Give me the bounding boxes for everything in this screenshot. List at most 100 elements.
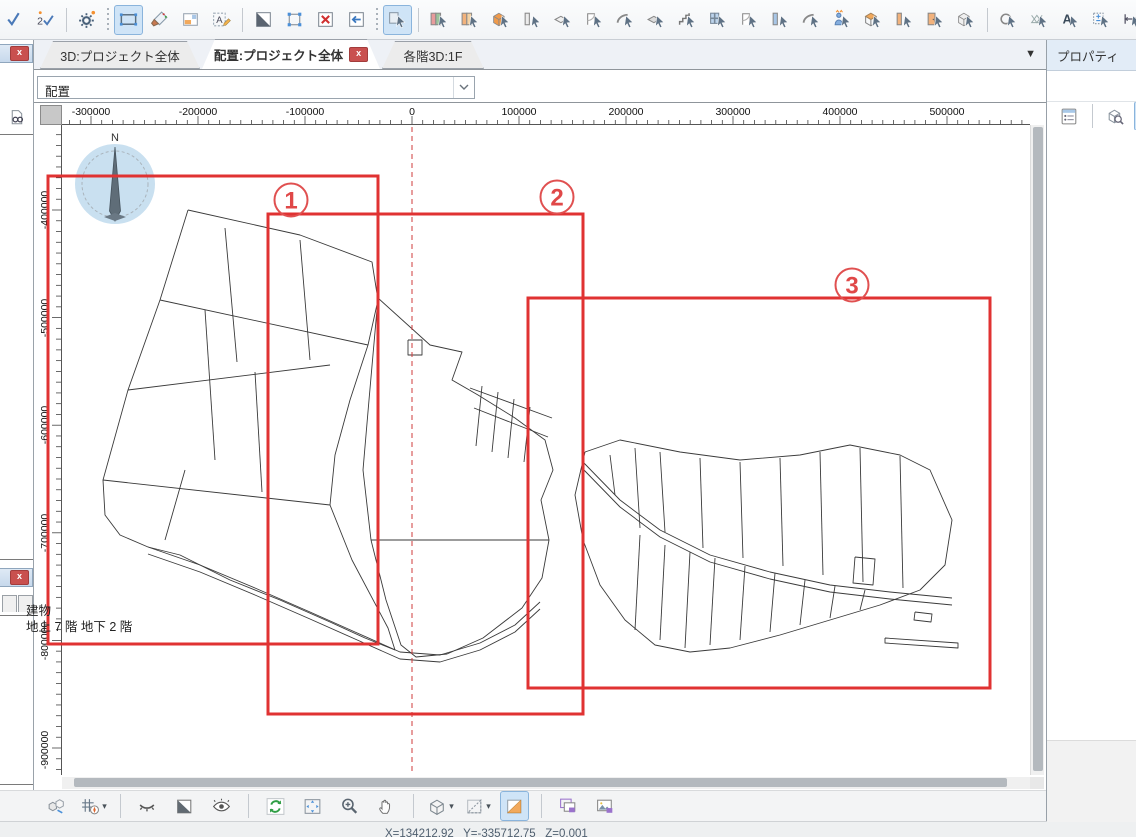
select-stair-icon[interactable] bbox=[673, 5, 702, 35]
object-inspect-icon[interactable] bbox=[1101, 102, 1130, 130]
properties-panel-footer bbox=[1047, 740, 1136, 822]
ruler-corner-box bbox=[40, 105, 62, 125]
paint-tool[interactable] bbox=[145, 5, 174, 35]
grid-north-button[interactable]: ▾ bbox=[79, 791, 108, 821]
save-image-button[interactable] bbox=[591, 791, 620, 821]
select-arc-wall-icon[interactable] bbox=[611, 5, 640, 35]
area-boundary-tool[interactable] bbox=[114, 5, 143, 35]
properties-panel: プロパティ bbox=[1046, 40, 1136, 821]
svg-text:-200000: -200000 bbox=[179, 106, 218, 118]
clip-outline-button[interactable]: ▾ bbox=[463, 791, 492, 821]
select-solid-icon[interactable] bbox=[952, 5, 981, 35]
chevron-down-icon[interactable] bbox=[453, 77, 474, 98]
select-mesh-icon[interactable] bbox=[1025, 5, 1054, 35]
left-panel2-tab[interactable] bbox=[2, 595, 17, 612]
select-floor-icon[interactable] bbox=[456, 5, 485, 35]
svg-text:300000: 300000 bbox=[715, 106, 750, 118]
tab-layout-project[interactable]: 配置:プロジェクト全体 x bbox=[202, 39, 380, 69]
svg-text:-600000: -600000 bbox=[40, 406, 51, 445]
svg-text:400000: 400000 bbox=[822, 106, 857, 118]
select-person-icon[interactable] bbox=[828, 5, 857, 35]
toolbar-separator bbox=[248, 794, 249, 818]
view-selector-combobox[interactable]: 配置 bbox=[37, 76, 475, 99]
view-3d-button[interactable]: ▾ bbox=[426, 791, 455, 821]
tab-label: 3D:プロジェクト全体 bbox=[60, 46, 179, 65]
show-button[interactable] bbox=[207, 791, 236, 821]
building-note: 建物 地上 7 階 地下 2 階 bbox=[26, 603, 132, 635]
top-toolbar: 2 A A bbox=[0, 0, 1136, 40]
redraw-button[interactable] bbox=[261, 791, 290, 821]
svg-text:200000: 200000 bbox=[608, 106, 643, 118]
left-panel1-search-icon[interactable] bbox=[0, 103, 33, 129]
clip-fill-button[interactable] bbox=[500, 791, 529, 821]
select-ramp-icon[interactable] bbox=[642, 5, 671, 35]
display-invert-button[interactable] bbox=[170, 791, 199, 821]
select-element-tool[interactable] bbox=[383, 5, 412, 35]
toolbar-separator bbox=[413, 794, 414, 818]
drawing-area[interactable] bbox=[62, 125, 1030, 775]
select-opening-icon[interactable] bbox=[735, 5, 764, 35]
horizontal-scrollbar-thumb[interactable] bbox=[74, 778, 1007, 787]
left-panel1-listbox[interactable] bbox=[0, 134, 34, 560]
svg-text:0: 0 bbox=[409, 106, 415, 118]
select-handles-tool[interactable] bbox=[280, 5, 309, 35]
select-point-icon[interactable] bbox=[1087, 5, 1116, 35]
building-note-line2: 地上 7 階 地下 2 階 bbox=[26, 619, 132, 635]
horizontal-scrollbar[interactable] bbox=[62, 777, 1030, 789]
apply-check-icon[interactable] bbox=[0, 5, 29, 35]
select-orange-door-icon[interactable] bbox=[921, 5, 950, 35]
toolbar-separator bbox=[1092, 104, 1093, 128]
tab-floor3d-1f[interactable]: 各階3D:1F bbox=[382, 41, 484, 69]
select-door-icon[interactable] bbox=[580, 5, 609, 35]
material-palette-tool[interactable] bbox=[176, 5, 205, 35]
left-panel2-close-button[interactable]: x bbox=[10, 570, 29, 585]
toolbar-separator bbox=[120, 794, 121, 818]
svg-text:100000: 100000 bbox=[501, 106, 536, 118]
tab-close-button[interactable]: x bbox=[349, 47, 368, 62]
ruler-vertical: -400000-500000-600000-700000-800000-9000… bbox=[40, 125, 62, 775]
fit-view-button[interactable] bbox=[298, 791, 327, 821]
select-grid-icon[interactable] bbox=[704, 5, 733, 35]
tab-overflow-button[interactable]: ▼ bbox=[1025, 48, 1036, 60]
settings-gear-icon[interactable] bbox=[73, 5, 102, 35]
svg-text:A: A bbox=[216, 15, 223, 26]
select-roof-icon[interactable] bbox=[859, 5, 888, 35]
zoom-in-button[interactable] bbox=[335, 791, 364, 821]
select-slab-icon[interactable] bbox=[549, 5, 578, 35]
display-mode-button[interactable] bbox=[42, 791, 71, 821]
property-list-icon[interactable] bbox=[1055, 102, 1084, 130]
select-room-icon[interactable] bbox=[425, 5, 454, 35]
select-circle-icon[interactable] bbox=[994, 5, 1023, 35]
save-view-button[interactable] bbox=[554, 791, 583, 821]
select-region-tool[interactable] bbox=[249, 5, 278, 35]
select-text-icon[interactable]: A bbox=[1056, 5, 1085, 35]
deselect-tool[interactable] bbox=[311, 5, 340, 35]
toolbar-separator bbox=[107, 8, 109, 32]
view-selector-row: 配置 bbox=[34, 70, 1046, 103]
left-panel2-listbox[interactable] bbox=[0, 615, 34, 785]
toolbar-separator bbox=[987, 8, 988, 32]
select-curtainwall-icon[interactable] bbox=[766, 5, 795, 35]
left-panel1-close-button[interactable]: x bbox=[10, 46, 29, 61]
hide-button[interactable] bbox=[133, 791, 162, 821]
select-curve-icon[interactable] bbox=[797, 5, 826, 35]
select-dimension-icon[interactable] bbox=[1118, 5, 1136, 35]
building-note-line1: 建物 bbox=[26, 603, 132, 619]
pan-button[interactable] bbox=[372, 791, 401, 821]
text-edit-tool[interactable]: A bbox=[207, 5, 236, 35]
vertical-scrollbar-thumb[interactable] bbox=[1033, 127, 1043, 771]
select-wall-icon[interactable] bbox=[518, 5, 547, 35]
tab-3d-project[interactable]: 3D:プロジェクト全体 bbox=[40, 41, 200, 69]
cursor-coordinates: X=134212.92 Y=-335712.75 Z=0.001 bbox=[385, 828, 588, 840]
vertical-scrollbar[interactable] bbox=[1030, 125, 1044, 775]
left-panel2-titlebar: x bbox=[0, 568, 33, 587]
reselect-tool[interactable] bbox=[342, 5, 371, 35]
properties-panel-empty-row bbox=[1047, 71, 1136, 102]
document-search-icon[interactable] bbox=[3, 103, 32, 133]
select-block-icon[interactable] bbox=[487, 5, 516, 35]
select-orange-wall-icon[interactable] bbox=[890, 5, 919, 35]
svg-text:-100000: -100000 bbox=[286, 106, 325, 118]
secondary-check-icon[interactable]: 2 bbox=[31, 5, 60, 35]
svg-text:-400000: -400000 bbox=[40, 191, 51, 230]
svg-text:-300000: -300000 bbox=[72, 106, 111, 118]
